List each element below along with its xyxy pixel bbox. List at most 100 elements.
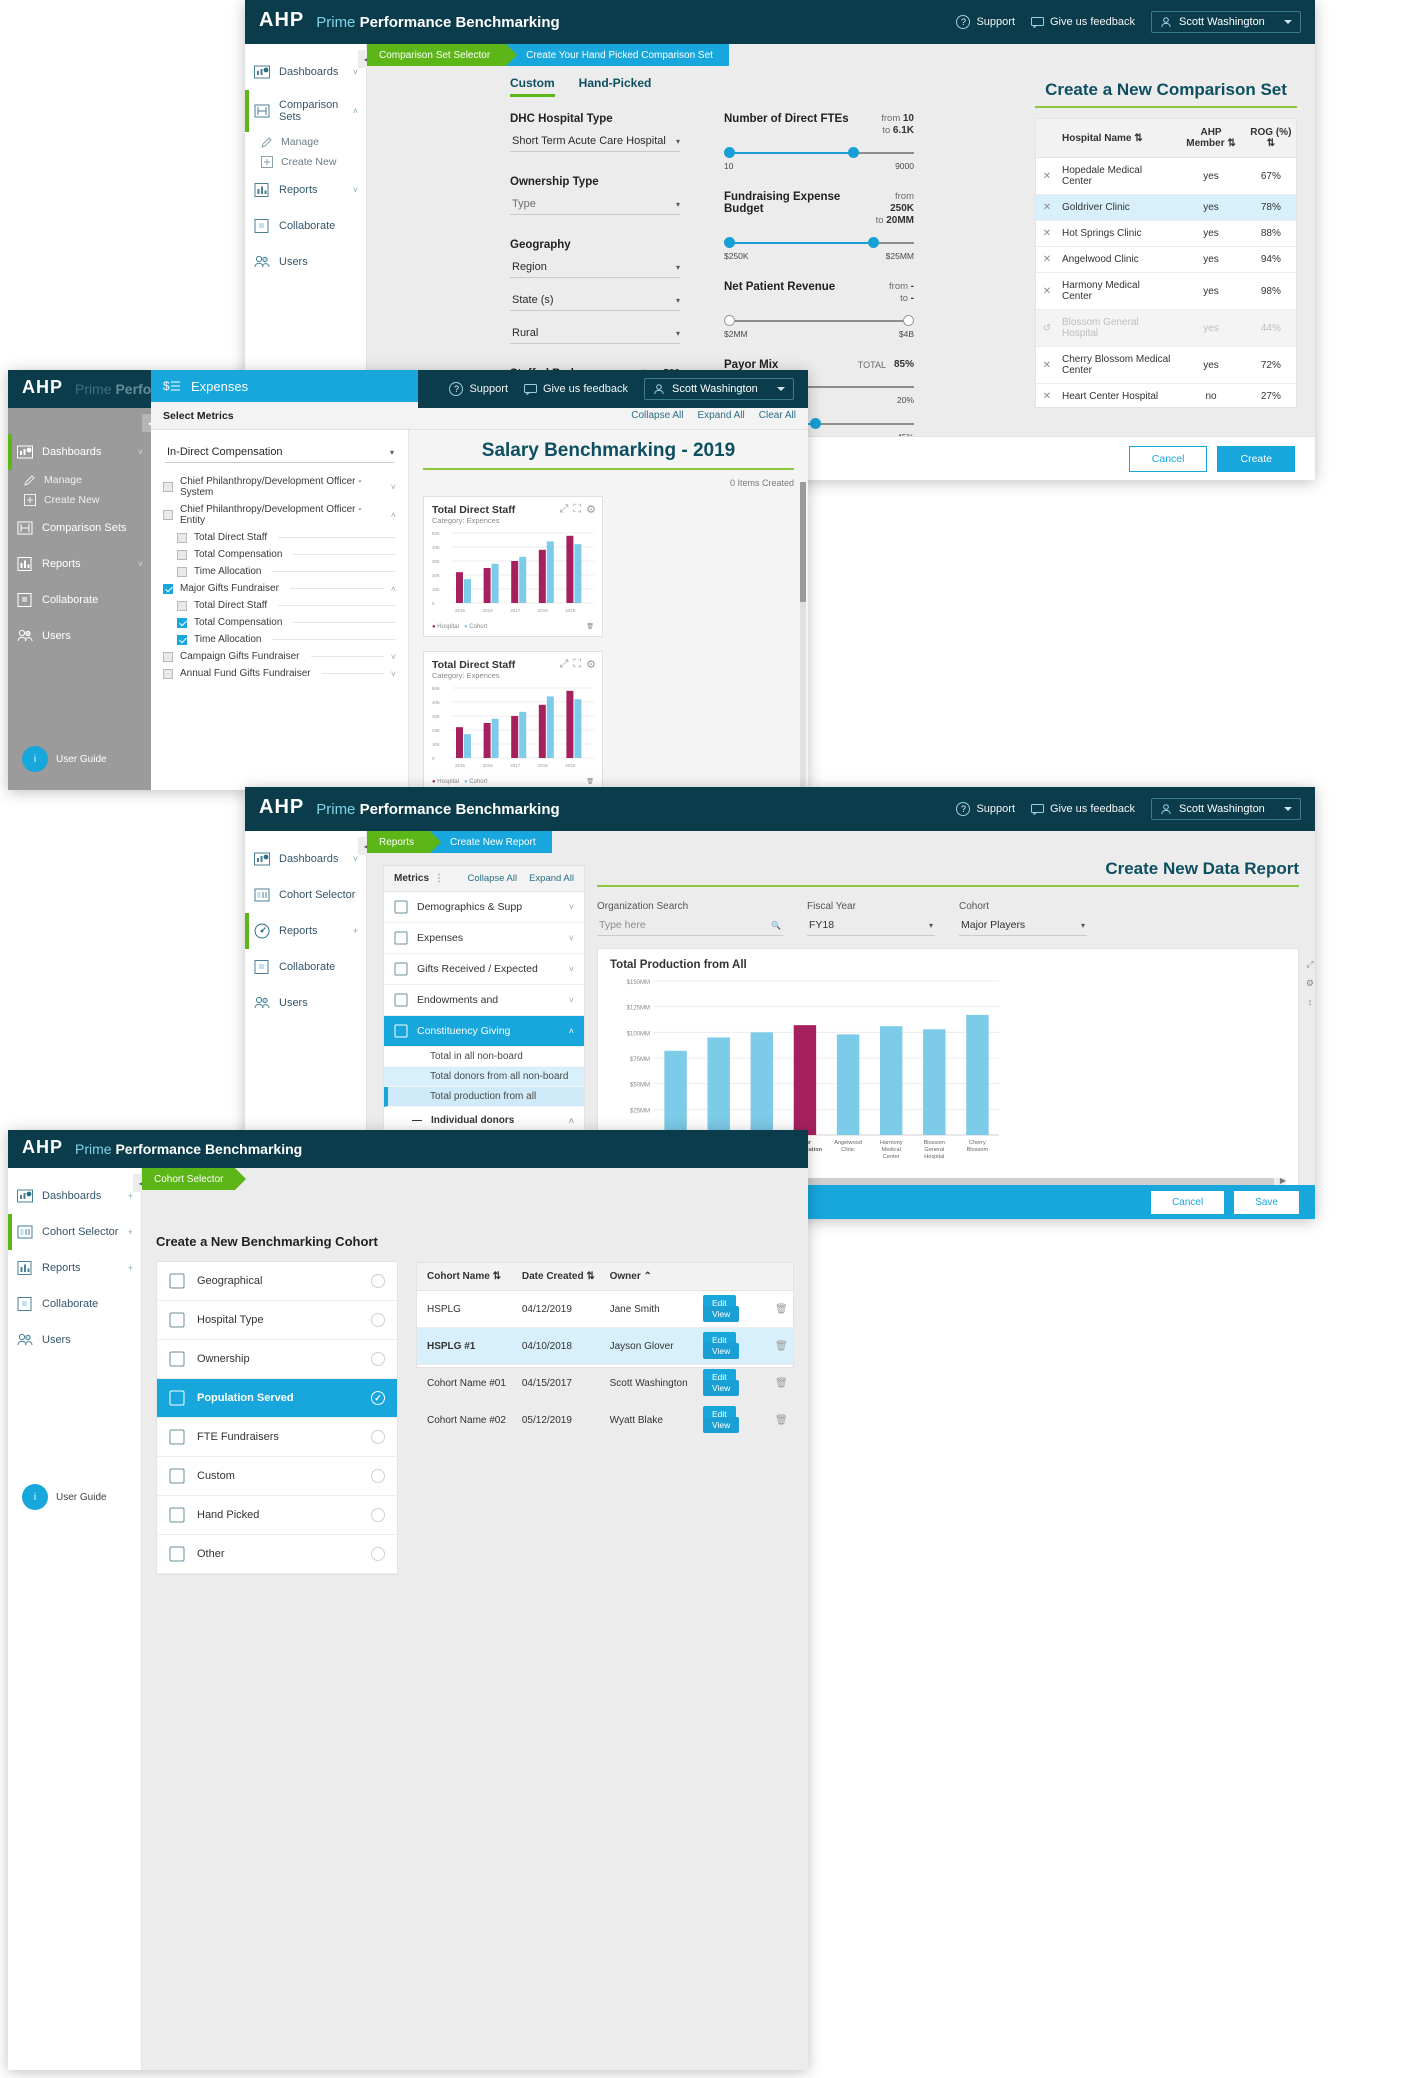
- tab-custom[interactable]: Custom: [510, 76, 555, 97]
- view-button[interactable]: View: [703, 1417, 740, 1433]
- breadcrumb-create-new-report[interactable]: Create New Report: [430, 831, 552, 853]
- radio-icon[interactable]: [371, 1469, 385, 1483]
- plus-icon[interactable]: +: [128, 1263, 133, 1273]
- ownership-type-select[interactable]: Type ▾: [510, 194, 680, 215]
- cohort-option-geographical[interactable]: Geographical: [157, 1262, 397, 1301]
- region-select[interactable]: Region ▾: [510, 257, 680, 278]
- metric-checkbox[interactable]: [163, 583, 173, 594]
- metric-checkbox[interactable]: [177, 617, 187, 628]
- metric-row[interactable]: Total Compensation: [151, 614, 408, 631]
- chart-card[interactable]: Total Direct StaffCategory: Expences⤢⛶⚙5…: [423, 651, 603, 792]
- breadcrumb-reports[interactable]: Reports: [367, 831, 442, 853]
- user-menu[interactable]: Scott Washington: [1151, 798, 1301, 820]
- view-button[interactable]: View: [703, 1343, 740, 1359]
- plus-icon[interactable]: +: [128, 1191, 133, 1201]
- remove-icon[interactable]: ✕: [1036, 246, 1058, 273]
- metric-checkbox[interactable]: [177, 532, 187, 543]
- metric-group-select[interactable]: In-Direct Compensation ▾: [165, 442, 394, 463]
- col-cohort-name[interactable]: Cohort Name ⇅: [417, 1263, 518, 1291]
- cancel-button[interactable]: Cancel: [1128, 445, 1208, 472]
- metric-checkbox[interactable]: [177, 634, 187, 645]
- radio-icon[interactable]: [371, 1547, 385, 1561]
- delete-icon[interactable]: 🗑: [586, 623, 594, 630]
- slider-handle-min[interactable]: [724, 237, 735, 248]
- metric-leaf[interactable]: Total donors from all non-board: [384, 1067, 584, 1087]
- sidebar-item-reports[interactable]: Reports +: [245, 913, 366, 949]
- expand-all-link[interactable]: Expand All: [697, 410, 744, 421]
- sidebar-subitem-create-new[interactable]: Create New: [8, 490, 151, 510]
- sidebar-subitem-manage[interactable]: Manage: [8, 470, 151, 490]
- metric-row[interactable]: Total Direct Staff: [151, 597, 408, 614]
- settings-icon[interactable]: ⚙: [1306, 978, 1314, 989]
- scroll-right-arrow[interactable]: ▶: [1280, 1176, 1286, 1185]
- dhc-hospital-type-select[interactable]: Short Term Acute Care Hospital ▾: [510, 131, 680, 152]
- table-row[interactable]: ✕ Hopedale Medical Center yes 67%: [1036, 157, 1296, 195]
- sidebar-item-users[interactable]: Users: [8, 1322, 141, 1358]
- minus-icon[interactable]: —: [412, 1115, 422, 1126]
- table-row[interactable]: Cohort Name #02 05/12/2019 Wyatt Blake Edit…: [417, 1401, 793, 1439]
- metric-checkbox[interactable]: [163, 651, 173, 662]
- chart-card[interactable]: Total Direct StaffCategory: Expences⤢⛶⚙5…: [423, 496, 603, 637]
- metric-row[interactable]: Total Direct Staff: [151, 529, 408, 546]
- collapse-all-link[interactable]: Collapse All: [467, 873, 517, 884]
- chevron-icon[interactable]: ˅: [391, 482, 396, 492]
- chevron-icon[interactable]: ˅: [353, 185, 358, 195]
- restore-icon[interactable]: ↺: [1036, 309, 1058, 347]
- sidebar-item-collaborate[interactable]: Collaborate: [8, 582, 151, 618]
- sidebar-item-users[interactable]: Users: [245, 985, 366, 1021]
- metric-row[interactable]: Annual Fund Gifts Fundraiser ˅: [151, 665, 408, 682]
- view-button[interactable]: View: [703, 1380, 740, 1396]
- slider-handle-max[interactable]: [902, 315, 914, 326]
- metric-group-constituency-giving[interactable]: Constituency Giving ˄: [384, 1016, 584, 1047]
- table-row[interactable]: ✕ Cherry Blossom Medical Center yes 72%: [1036, 346, 1296, 384]
- cohort-option-other[interactable]: Other: [157, 1535, 397, 1574]
- metric-leaf[interactable]: Total in all non-board: [384, 1047, 584, 1067]
- table-row[interactable]: HSPLG #1 04/10/2018 Jayson Glover Edit View…: [417, 1327, 793, 1365]
- radio-icon[interactable]: [371, 1274, 385, 1288]
- remove-icon[interactable]: ✕: [1036, 346, 1058, 384]
- sidebar-item-reports[interactable]: Reports +: [8, 1250, 141, 1286]
- expand-icon[interactable]: ⤢: [560, 658, 569, 671]
- collapse-all-link[interactable]: Collapse All: [631, 410, 683, 421]
- feedback-button[interactable]: Give us feedback: [524, 383, 628, 395]
- fullscreen-icon[interactable]: ⛶: [573, 658, 581, 671]
- sidebar-item-dashboards[interactable]: Dashboards ˅: [245, 841, 366, 877]
- cohort-option-population-served[interactable]: Population Served ✓: [157, 1379, 397, 1418]
- chevron-icon[interactable]: ˄: [569, 1026, 574, 1036]
- remove-icon[interactable]: ✕: [1036, 157, 1058, 195]
- chevron-icon[interactable]: ˄: [391, 510, 396, 520]
- table-row[interactable]: ✕ Heart Center Hospital no 27%: [1036, 383, 1296, 407]
- support-button[interactable]: ? Support: [956, 15, 1015, 29]
- breadcrumb-create-hand-picked[interactable]: Create Your Hand Picked Comparison Set: [506, 44, 729, 66]
- chevron-icon[interactable]: ˅: [353, 67, 358, 77]
- breadcrumb-cohort-selector[interactable]: Cohort Selector: [142, 1168, 248, 1190]
- metric-checkbox[interactable]: [163, 482, 173, 492]
- radio-icon[interactable]: [371, 1313, 385, 1327]
- sidebar-item-reports[interactable]: Reports ˅: [245, 172, 366, 208]
- cohort-option-custom[interactable]: Custom: [157, 1457, 397, 1496]
- sidebar-item-collaborate[interactable]: Collaborate: [245, 208, 366, 244]
- sidebar-item-collaborate[interactable]: Collaborate: [245, 949, 366, 985]
- sidebar-item-comparison-sets[interactable]: Comparison Sets ˄: [245, 90, 366, 132]
- metric-group-demographics-supp[interactable]: Demographics & Supp ˅: [384, 892, 584, 923]
- plus-icon[interactable]: +: [353, 926, 358, 936]
- metric-row[interactable]: Time Allocation: [151, 631, 408, 648]
- col-rog[interactable]: ROG (%) ⇅: [1245, 119, 1296, 158]
- remove-icon[interactable]: ✕: [1036, 194, 1058, 221]
- fundraising-slider[interactable]: [724, 236, 914, 250]
- sidebar-item-users[interactable]: Users: [245, 244, 366, 280]
- rural-select[interactable]: Rural ▾: [510, 323, 680, 344]
- sidebar-item-dashboards[interactable]: Dashboards +: [8, 1178, 141, 1214]
- sort-az-icon[interactable]: ↕: [1308, 997, 1313, 1007]
- metric-row[interactable]: Chief Philanthropy/Development Officer -…: [151, 473, 408, 501]
- chevron-icon[interactable]: ˅: [569, 964, 574, 974]
- save-button[interactable]: Save: [1234, 1190, 1299, 1214]
- expand-all-link[interactable]: Expand All: [529, 873, 574, 884]
- support-button[interactable]: ? Support: [449, 382, 508, 396]
- user-guide-button[interactable]: i User Guide: [22, 1484, 107, 1510]
- tab-hand-picked[interactable]: Hand-Picked: [579, 76, 652, 97]
- sidebar-item-reports[interactable]: Reports ˅: [8, 546, 151, 582]
- menu-icon[interactable]: ⋮: [434, 873, 444, 884]
- chevron-icon[interactable]: ˅: [569, 995, 574, 1005]
- npr-slider[interactable]: [724, 314, 914, 328]
